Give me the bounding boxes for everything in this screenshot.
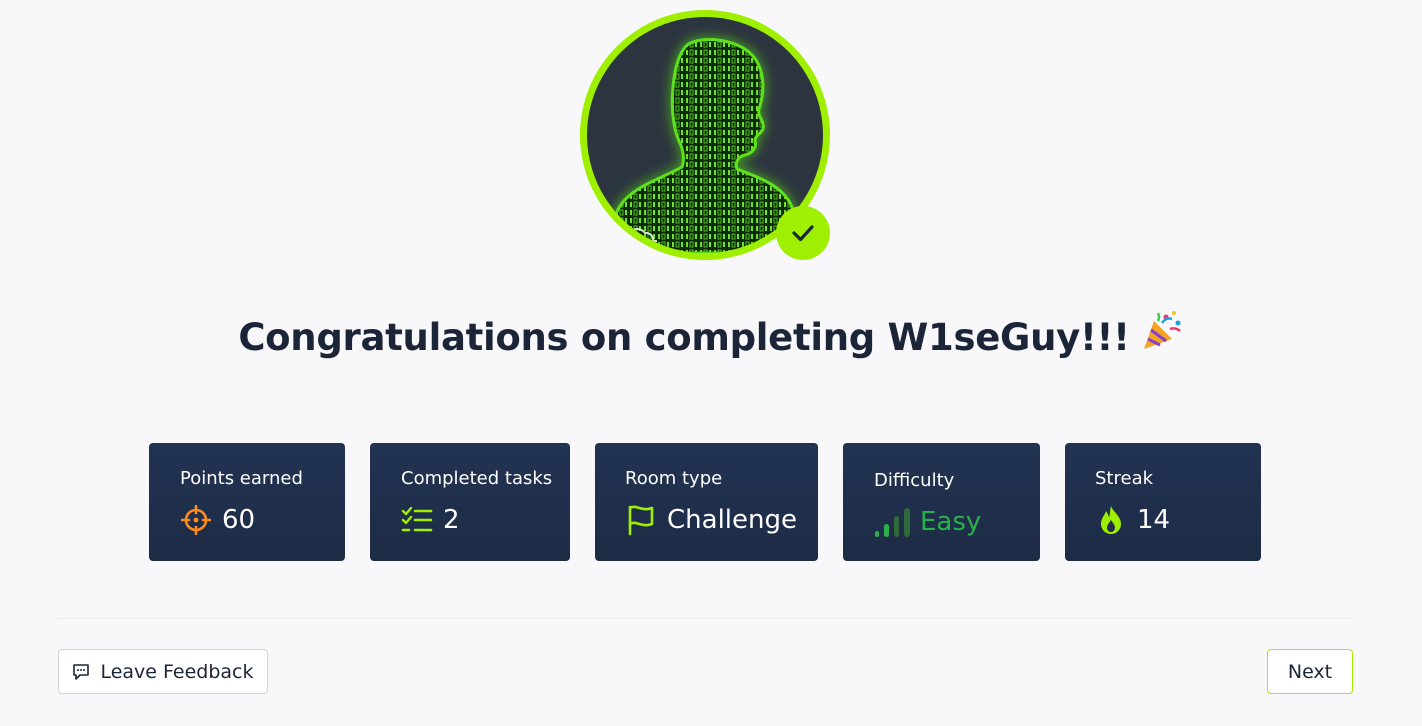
stat-label: Points earned	[180, 468, 303, 489]
signal-bars-icon	[874, 506, 912, 538]
completed-badge	[776, 206, 830, 260]
page-title-text: Congratulations on completing W1seGuy!!!	[238, 316, 1130, 359]
room-avatar	[580, 10, 830, 260]
message-icon	[72, 663, 90, 681]
check-icon	[792, 225, 814, 242]
stat-label: Streak	[1095, 468, 1154, 489]
page-title: Congratulations on completing W1seGuy!!!	[0, 311, 1422, 365]
leave-feedback-button[interactable]: Leave Feedback	[58, 649, 268, 694]
stat-value: Challenge	[667, 505, 797, 535]
stat-card-streak: Streak 14	[1065, 443, 1261, 561]
crosshair-icon	[180, 504, 212, 536]
flame-icon	[1095, 504, 1127, 536]
footer-divider	[58, 618, 1353, 619]
stat-label: Difficulty	[874, 470, 955, 491]
flag-icon	[625, 504, 657, 536]
next-label: Next	[1287, 660, 1333, 683]
leave-feedback-label: Leave Feedback	[100, 660, 254, 683]
stat-card-points: Points earned 60	[149, 443, 345, 561]
stat-card-room-type: Room type Challenge	[595, 443, 818, 561]
stat-card-difficulty: Difficulty Easy	[843, 443, 1040, 561]
stat-value: Easy	[920, 507, 982, 537]
stat-label: Room type	[625, 468, 723, 489]
stat-value: 60	[222, 505, 256, 535]
stat-value: 2	[443, 505, 460, 535]
party-popper-icon	[1140, 309, 1184, 360]
stat-label: Completed tasks	[401, 468, 553, 489]
stat-value: 14	[1137, 505, 1171, 535]
checklist-icon	[401, 504, 433, 536]
stat-card-tasks: Completed tasks 2	[370, 443, 570, 561]
next-button[interactable]: Next	[1267, 649, 1353, 694]
